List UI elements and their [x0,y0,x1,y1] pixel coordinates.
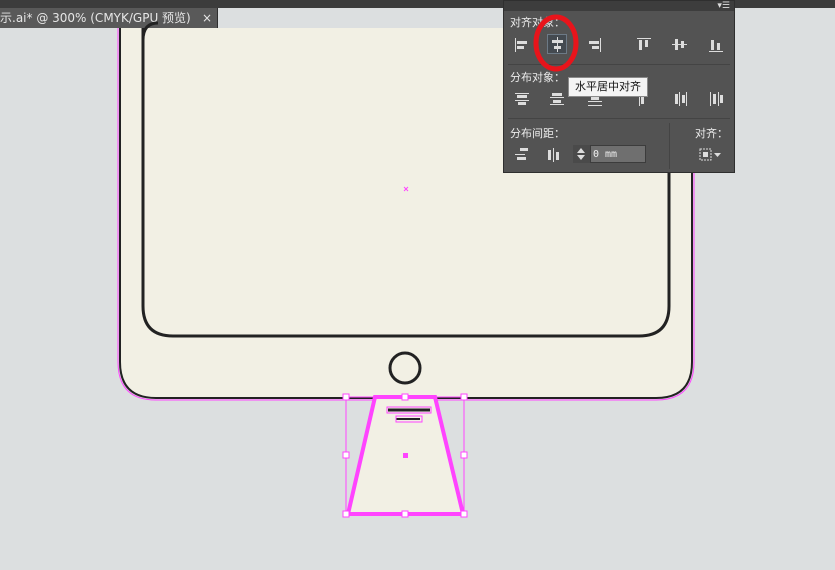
distribute-vertical-space-icon [515,148,528,160]
spacing-value-input[interactable] [590,145,646,163]
stepper-arrows-icon [577,148,585,160]
vertical-distribute-top-button[interactable] [512,89,532,109]
highlight-circle-annotation [533,14,579,72]
distribute-vertical-center-icon [550,93,564,105]
vertical-distribute-space-button[interactable] [512,145,532,165]
horizontal-align-right-button[interactable] [585,35,605,55]
panel-header: ▾☰ [504,1,734,11]
tooltip: 水平居中对齐 [568,77,648,97]
panel-menu-icon[interactable]: ▾☰ [717,1,730,11]
vertical-align-center-button[interactable] [670,35,690,55]
distribute-right-icon [710,92,723,106]
vertical-distribute-center-button[interactable] [547,89,567,109]
align-to-selection-icon [699,148,721,161]
align-top-icon [637,38,651,50]
horizontal-align-left-button[interactable] [512,35,532,55]
panel-vertical-separator [669,123,670,169]
align-to-selection-dropdown[interactable] [697,145,725,165]
align-right-icon [589,38,601,52]
spacing-stepper[interactable] [573,145,590,163]
distribute-horizontal-space-icon [548,148,559,162]
horizontal-distribute-space-button[interactable] [544,145,564,165]
align-to-label: 对齐： [695,127,728,140]
vertical-align-bottom-button[interactable] [706,35,726,55]
distribute-top-icon [515,93,529,105]
align-bottom-icon [709,40,723,52]
panel-separator [508,118,730,119]
vertical-align-top-button[interactable] [634,35,654,55]
distribute-spacing-label: 分布间距： [510,127,565,140]
align-vertical-center-icon [672,39,687,50]
horizontal-distribute-center-button[interactable] [671,89,691,109]
stand-selected-object [342,393,468,518]
distribute-horizontal-center-icon [675,92,687,106]
horizontal-distribute-right-button[interactable] [706,89,726,109]
align-left-icon [515,38,527,52]
